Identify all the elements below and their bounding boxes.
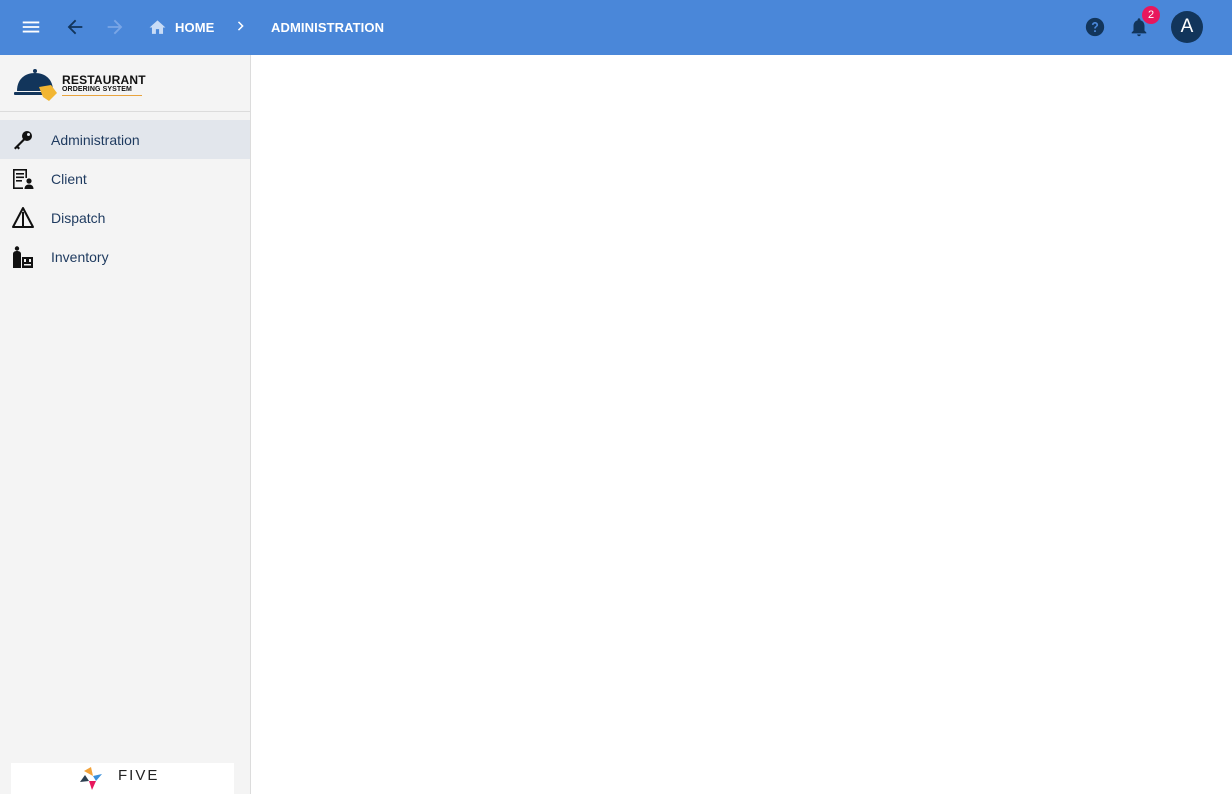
brand-subtitle: ORDERING SYSTEM [62, 86, 132, 93]
arrow-right-icon [107, 19, 123, 35]
five-logo-text: FIVE [118, 767, 160, 784]
sidebar-item-label: Administration [51, 132, 140, 148]
inventory-icon [13, 246, 33, 268]
five-logo-icon [80, 767, 102, 790]
dispatch-icon [12, 207, 34, 228]
notification-count-badge: 2 [1142, 6, 1160, 24]
sidebar-item-label: Client [51, 171, 87, 187]
top-app-bar: HOME ADMINISTRATION 2 A [0, 0, 1232, 55]
help-icon [1085, 17, 1105, 37]
chevron-right-icon [237, 21, 244, 31]
menu-button[interactable] [11, 7, 51, 47]
back-button[interactable] [55, 7, 95, 47]
user-avatar[interactable]: A [1171, 11, 1203, 43]
cloche-logo-icon [14, 69, 57, 101]
five-branding: FIVE [11, 763, 234, 794]
menu-icon [22, 21, 40, 33]
breadcrumb-separator [233, 18, 249, 39]
key-icon [14, 131, 32, 150]
arrow-left-icon [67, 19, 83, 35]
breadcrumb-home-label: HOME [175, 19, 215, 35]
sidebar-item-client[interactable]: Client [0, 159, 250, 198]
main-content [251, 55, 1232, 794]
sidebar-item-administration[interactable]: Administration [0, 120, 250, 159]
brand-underline [62, 95, 142, 96]
help-button[interactable] [1075, 7, 1115, 47]
breadcrumb-current: ADMINISTRATION [271, 20, 385, 35]
client-list-icon [13, 169, 34, 189]
sidebar: RESTAURANT ORDERING SYSTEM Administratio… [0, 55, 251, 794]
sidebar-item-label: Inventory [51, 249, 109, 265]
sidebar-item-dispatch[interactable]: Dispatch [0, 198, 250, 237]
brand-title: RESTAURANT [62, 73, 146, 87]
breadcrumb-home[interactable]: HOME [148, 17, 214, 37]
sidebar-nav: Administration Client Dispatch Inventory [0, 120, 250, 276]
home-icon [149, 19, 166, 34]
forward-button[interactable] [95, 7, 135, 47]
sidebar-item-label: Dispatch [51, 210, 106, 226]
sidebar-item-inventory[interactable]: Inventory [0, 237, 250, 276]
brand-logo: RESTAURANT ORDERING SYSTEM [0, 55, 250, 112]
